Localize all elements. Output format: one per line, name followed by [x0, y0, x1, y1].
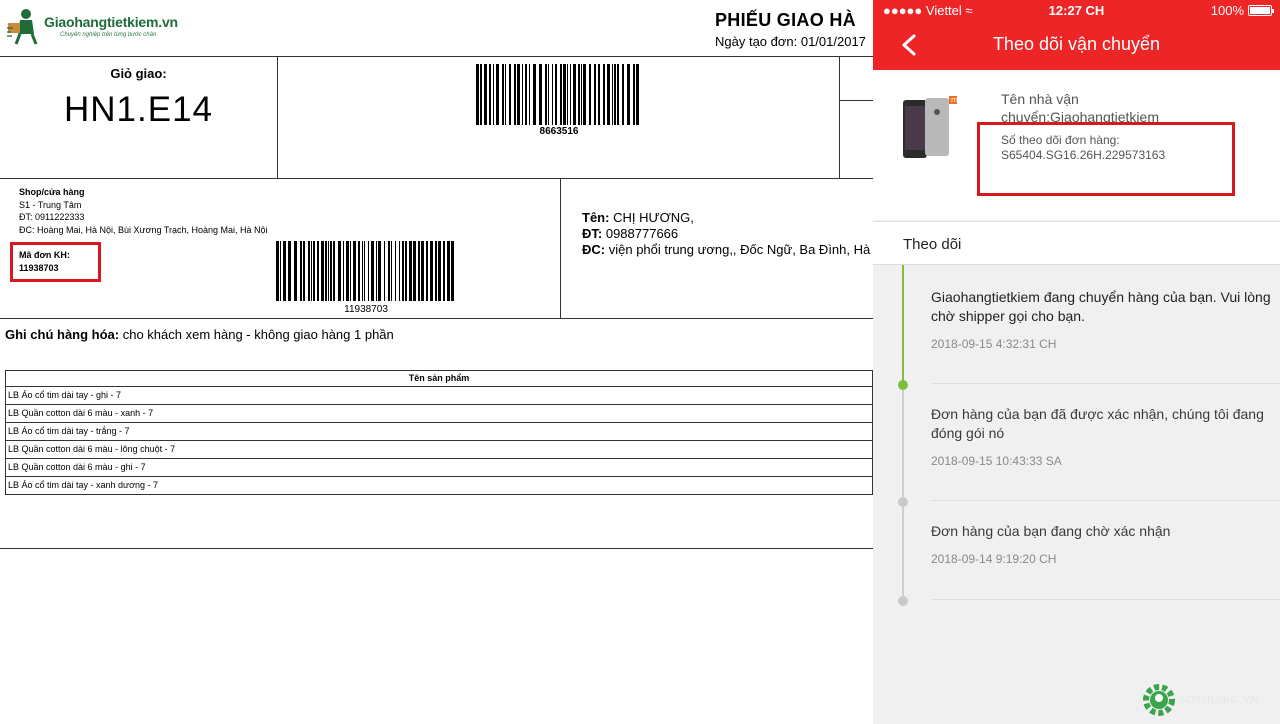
note-value: cho khách xem hàng - không giao hàng 1 p…: [122, 327, 394, 342]
table-row: LB Quần cotton dài 6 màu - ghi - 7: [5, 459, 873, 477]
recipient-info: Tên: CHỊ HƯƠNG, ĐT: 0988777666 ĐC: viện …: [582, 210, 870, 258]
divider: [0, 318, 873, 319]
tracking-event: Giaohangtietkiem đang chuyển hàng của bạ…: [931, 288, 1276, 351]
page-title: Theo dõi vận chuyển: [992, 34, 1161, 54]
follow-section-header: Theo dõi: [873, 221, 1280, 265]
divider: [277, 56, 278, 178]
timeline-line-active: [902, 265, 904, 385]
barcode-gap: [454, 241, 456, 301]
recipient-name: CHỊ HƯƠNG,: [613, 210, 694, 225]
table-row: LB Áo cổ tim dài tay - ghi - 7: [5, 387, 873, 405]
shop-name: S1 - Trung Tâm: [19, 199, 82, 210]
highlight-box: [10, 242, 101, 282]
battery-percent: 100%: [1210, 3, 1244, 18]
phone-product-image: mi: [903, 96, 957, 158]
zone-code: HN1.E14: [63, 90, 214, 129]
product-table-header: Tên sản phẩm: [5, 370, 873, 387]
table-row: LB Áo cổ tim dài tay - xanh dương - 7: [5, 477, 873, 495]
app-header: ●●●●● Viettel ≈ 12:27 CH 100% Theo dõi v…: [873, 0, 1280, 70]
slip-date: Ngày tạo đơn: 01/01/2017: [715, 34, 866, 49]
highlight-box: [977, 122, 1235, 196]
note-label: Ghi chú hàng hóa:: [5, 327, 120, 342]
logo-name: Giaohangtietkiem.vn: [44, 14, 178, 30]
battery-icon: [1248, 5, 1274, 16]
tracking-event: Đơn hàng của bạn đang chờ xác nhận 2018-…: [931, 522, 1276, 566]
event-text: Đơn hàng của bạn đang chờ xác nhận: [931, 523, 1171, 539]
shop-address: ĐC: Hoàng Mai, Hà Nội, Bùi Xương Trạch, …: [19, 224, 268, 235]
shop-info: Shop/cửa hàng S1 - Trung Tâm ĐT: 0911222…: [19, 186, 268, 236]
shop-heading: Shop/cửa hàng: [19, 187, 85, 197]
status-bar: ●●●●● Viettel ≈ 12:27 CH 100%: [873, 0, 1280, 22]
barcode-top-number: 8663516: [539, 126, 579, 137]
event-time: 2018-09-15 4:32:31 CH: [931, 337, 1057, 351]
barcode-bottom-number: 11938703: [344, 304, 388, 315]
watermark-gear-icon: [1143, 684, 1175, 716]
event-time: 2018-09-15 10:43:33 SA: [931, 454, 1062, 468]
divider: [839, 56, 840, 178]
table-row: LB Áo cổ tim dài tay - trắng - 7: [5, 423, 873, 441]
logo-tagline: Chuyên nghiệp trên từng bước chân: [60, 32, 157, 38]
barcode-bottom: [276, 241, 456, 301]
battery-status: 100%: [1210, 3, 1274, 18]
slip-title: PHIẾU GIAO HÀ: [715, 10, 856, 30]
divider: [0, 548, 873, 549]
divider: [0, 56, 873, 57]
divider: [560, 178, 561, 318]
ghtk-logo: Giaohangtietkiem.vn Chuyên nghiệp trên t…: [6, 8, 178, 48]
product-table: Tên sản phẩm LB Áo cổ tim dài tay - ghi …: [5, 370, 873, 495]
carrier-label: Tên nhà vận chuyển:Giaohangtietkiem: [1001, 91, 1159, 125]
svg-text:mi: mi: [951, 96, 957, 104]
shop-phone: ĐT: 0911222333: [19, 212, 85, 223]
recipient-phone-label: ĐT:: [582, 226, 603, 241]
recipient-phone: 0988777666: [605, 226, 679, 241]
event-time: 2018-09-14 9:19:20 CH: [931, 552, 1057, 566]
timeline-dot: [898, 380, 908, 390]
phone-screen: ●●●●● Viettel ≈ 12:27 CH 100% Theo dõi v…: [873, 0, 1280, 724]
divider: [931, 599, 1280, 600]
recipient-address-label: ĐC:: [582, 242, 606, 257]
delivery-man-icon: [7, 9, 38, 45]
recipient-address: viện phổi trung ương,, Đốc Ngữ, Ba Đình,…: [608, 242, 871, 257]
divider: [931, 383, 1280, 384]
table-row: LB Quần cotton dài 6 màu - xanh - 7: [5, 405, 873, 423]
zone-label: Giỏ giao:: [110, 66, 167, 81]
follow-label: Theo dõi: [903, 236, 962, 253]
delivery-slip: Giaohangtietkiem.vn Chuyên nghiệp trên t…: [0, 0, 873, 724]
timeline-dot: [898, 596, 908, 606]
watermark-text: TOTHUIKC.VN: [1179, 694, 1259, 706]
table-row: LB Quần cotton dài 6 màu - lông chuột - …: [5, 441, 873, 459]
tracking-event: Đơn hàng của bạn đã được xác nhận, chúng…: [931, 405, 1276, 468]
recipient-name-label: Tên:: [582, 210, 610, 225]
divider: [0, 178, 873, 179]
shipment-card: mi Tên nhà vận chuyển:Giaohangtietkiem S…: [873, 70, 1280, 220]
event-text: Giaohangtietkiem đang chuyển hàng của bạ…: [931, 289, 1271, 324]
event-text: Đơn hàng của bạn đã được xác nhận, chúng…: [931, 406, 1264, 441]
barcode-top: [476, 64, 642, 125]
divider: [840, 100, 873, 101]
divider: [931, 500, 1280, 501]
timeline-dot: [898, 497, 908, 507]
goods-note: Ghi chú hàng hóa: cho khách xem hàng - k…: [5, 327, 394, 342]
barcode-gap: [639, 64, 640, 125]
